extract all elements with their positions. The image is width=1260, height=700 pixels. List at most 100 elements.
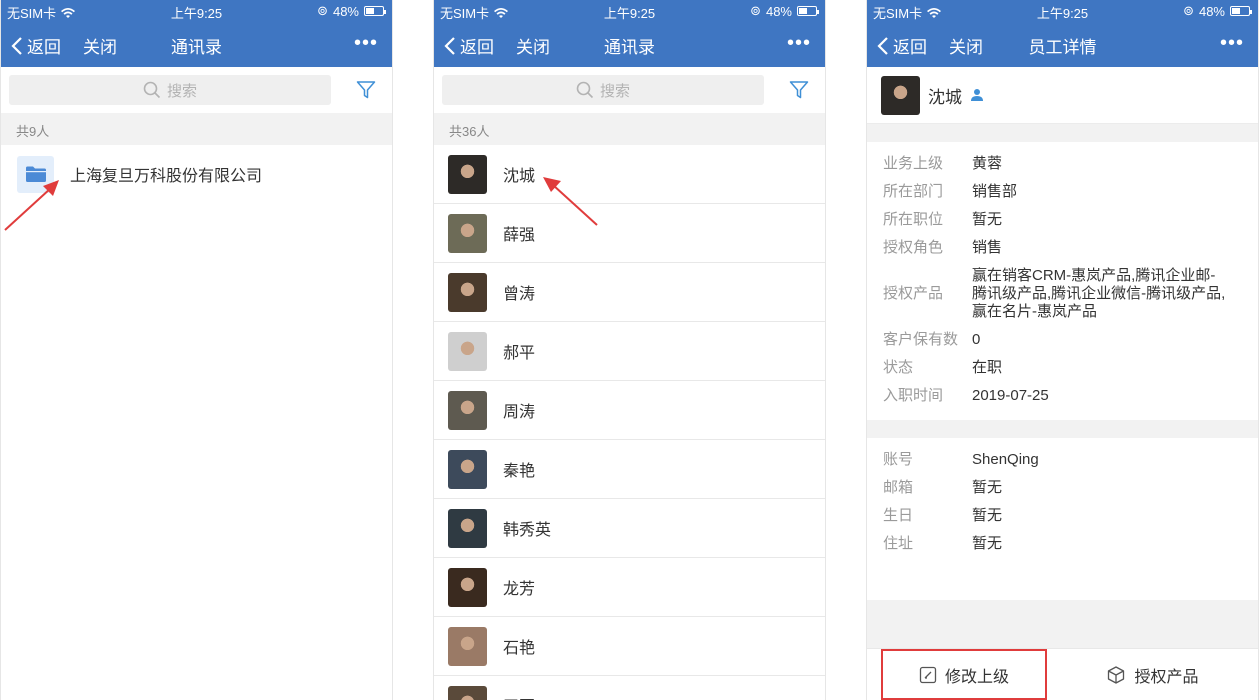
avatar: [448, 390, 487, 430]
member-count: 共9人: [1, 113, 392, 145]
detail-label: 生日: [883, 507, 914, 524]
person-icon: [971, 89, 983, 101]
search-placeholder: 搜索: [599, 82, 630, 100]
orientation-lock-icon: ⊚: [1183, 3, 1194, 18]
contact-name: 周涛: [503, 404, 536, 421]
detail-value: 销售: [972, 239, 1003, 256]
close-button[interactable]: 关闭: [83, 33, 117, 58]
close-button[interactable]: 关闭: [949, 33, 983, 58]
org-list-item[interactable]: 上海复旦万科股份有限公司: [1, 145, 392, 203]
detail-value: 销售部: [972, 183, 1018, 200]
detail-row: 状态 在职: [867, 354, 1258, 382]
contact-list-item[interactable]: 秦艳: [434, 440, 825, 499]
close-button[interactable]: 关闭: [516, 33, 550, 58]
contact-name: 沈城: [503, 168, 536, 185]
filter-icon[interactable]: [356, 80, 376, 100]
detail-row: 业务上级 黄蓉: [867, 150, 1258, 178]
contact-list-item[interactable]: 周涛: [434, 381, 825, 440]
more-button[interactable]: •••: [787, 32, 811, 55]
detail-value: 0: [972, 331, 981, 348]
back-label: 返回: [893, 38, 927, 57]
member-count: 共36人: [434, 113, 825, 145]
avatar: [881, 75, 920, 115]
contact-list-item[interactable]: 郝平: [434, 322, 825, 381]
search-placeholder: 搜索: [166, 82, 197, 100]
avatar: [448, 213, 487, 253]
employee-info-section: 业务上级 黄蓉 所在部门 销售部 所在职位 暂无 授权角色 销售 授权产品 赢在销客CRM-惠岚产…: [867, 142, 1258, 420]
avatar: [448, 331, 487, 371]
back-button[interactable]: 返回: [877, 33, 927, 58]
detail-label: 所在职位: [883, 211, 944, 228]
authorize-products-button[interactable]: 授权产品: [1047, 649, 1258, 700]
contact-list-item[interactable]: 韩秀英: [434, 499, 825, 558]
folder-icon: [17, 155, 54, 193]
employee-header: 沈城: [867, 67, 1258, 124]
detail-row: 账号 ShenQing: [867, 446, 1258, 474]
contacts-root-screen: 无SIM卡 上午9:25 ⊚ 48% 返回 关闭 通讯录 ••• 搜索 共9人 上…: [0, 0, 393, 700]
detail-value: 赢在销客CRM-惠岚产品,腾讯企业邮-腾讯级产品,腾讯企业微信-腾讯级产品,赢在…: [972, 267, 1226, 320]
detail-row: 客户保有数 0: [867, 326, 1258, 354]
search-input[interactable]: 搜索: [9, 75, 331, 105]
detail-row: 住址 暂无: [867, 530, 1258, 558]
detail-value: ShenQing: [972, 451, 1039, 468]
authorize-products-label: 授权产品: [1134, 668, 1199, 686]
detail-label: 住址: [883, 535, 914, 552]
contact-name: 韩秀英: [503, 522, 552, 539]
more-button[interactable]: •••: [354, 32, 378, 55]
employee-detail-screen: 无SIM卡 上午9:25 ⊚ 48% 返回 关闭 员工详情 ••• 沈城 业务上级…: [866, 0, 1259, 700]
detail-value: 暂无: [972, 479, 1003, 496]
modify-superior-button[interactable]: 修改上级: [881, 649, 1047, 700]
search-input[interactable]: 搜索: [442, 75, 764, 105]
contact-list-item[interactable]: 沈城: [434, 145, 825, 204]
search-icon: [576, 81, 594, 99]
detail-value: 黄蓉: [972, 155, 1003, 172]
navigation-bar: 返回 关闭 员工详情 •••: [867, 22, 1258, 67]
orientation-lock-icon: ⊚: [317, 3, 328, 18]
employee-contact-section: 账号 ShenQing 邮箱 暂无 生日 暂无 住址 暂无: [867, 438, 1258, 568]
back-button[interactable]: 返回: [444, 33, 494, 58]
more-button[interactable]: •••: [1220, 32, 1244, 55]
status-bar: 无SIM卡 上午9:25 ⊚ 48%: [1, 0, 392, 22]
battery-icon: [797, 6, 819, 16]
battery-percent: 48%: [1198, 3, 1225, 19]
contact-list-item[interactable]: 曾涛: [434, 263, 825, 322]
detail-value: 暂无: [972, 211, 1003, 228]
filter-icon[interactable]: [789, 80, 809, 100]
detail-value: 暂无: [972, 507, 1003, 524]
modify-superior-label: 修改上级: [944, 668, 1009, 686]
navigation-bar: 返回 关闭 通讯录 •••: [434, 22, 825, 67]
status-bar: 无SIM卡 上午9:25 ⊚ 48%: [434, 0, 825, 22]
detail-label: 入职时间: [883, 387, 944, 404]
detail-label: 客户保有数: [883, 331, 959, 348]
detail-label: 业务上级: [883, 155, 944, 172]
bottom-action-bar: 修改上级 授权产品: [867, 648, 1258, 700]
contact-name: 秦艳: [503, 463, 536, 480]
back-button[interactable]: 返回: [11, 33, 61, 58]
detail-label: 邮箱: [883, 479, 914, 496]
contact-list-item[interactable]: 石艳: [434, 617, 825, 676]
battery-icon: [1230, 6, 1252, 16]
detail-row: 入职时间 2019-07-25: [867, 382, 1258, 410]
avatar: [448, 685, 487, 700]
detail-label: 授权角色: [883, 239, 944, 256]
contact-list-item[interactable]: 龙芳: [434, 558, 825, 617]
detail-row: 所在职位 暂无: [867, 206, 1258, 234]
detail-label: 所在部门: [883, 183, 944, 200]
box-icon: [1108, 665, 1125, 684]
contact-name: 曾涛: [503, 286, 536, 303]
contact-list-item[interactable]: 王军: [434, 676, 825, 700]
detail-label: 状态: [883, 359, 914, 376]
contact-name: 石艳: [503, 640, 536, 657]
detail-row: 所在部门 销售部: [867, 178, 1258, 206]
avatar: [448, 508, 487, 548]
detail-row: 邮箱 暂无: [867, 474, 1258, 502]
navigation-bar: 返回 关闭 通讯录 •••: [1, 22, 392, 67]
contact-list: 沈城薛强曾涛郝平周涛秦艳韩秀英龙芳石艳王军: [434, 145, 825, 700]
avatar: [448, 567, 487, 607]
employee-name: 沈城: [928, 87, 962, 107]
edit-icon: [919, 666, 937, 683]
detail-label: 账号: [883, 451, 914, 468]
contacts-list-screen: 无SIM卡 上午9:25 ⊚ 48% 返回 关闭 通讯录 ••• 搜索 共36人 …: [433, 0, 826, 700]
avatar: [448, 272, 487, 312]
contact-list-item[interactable]: 薛强: [434, 204, 825, 263]
